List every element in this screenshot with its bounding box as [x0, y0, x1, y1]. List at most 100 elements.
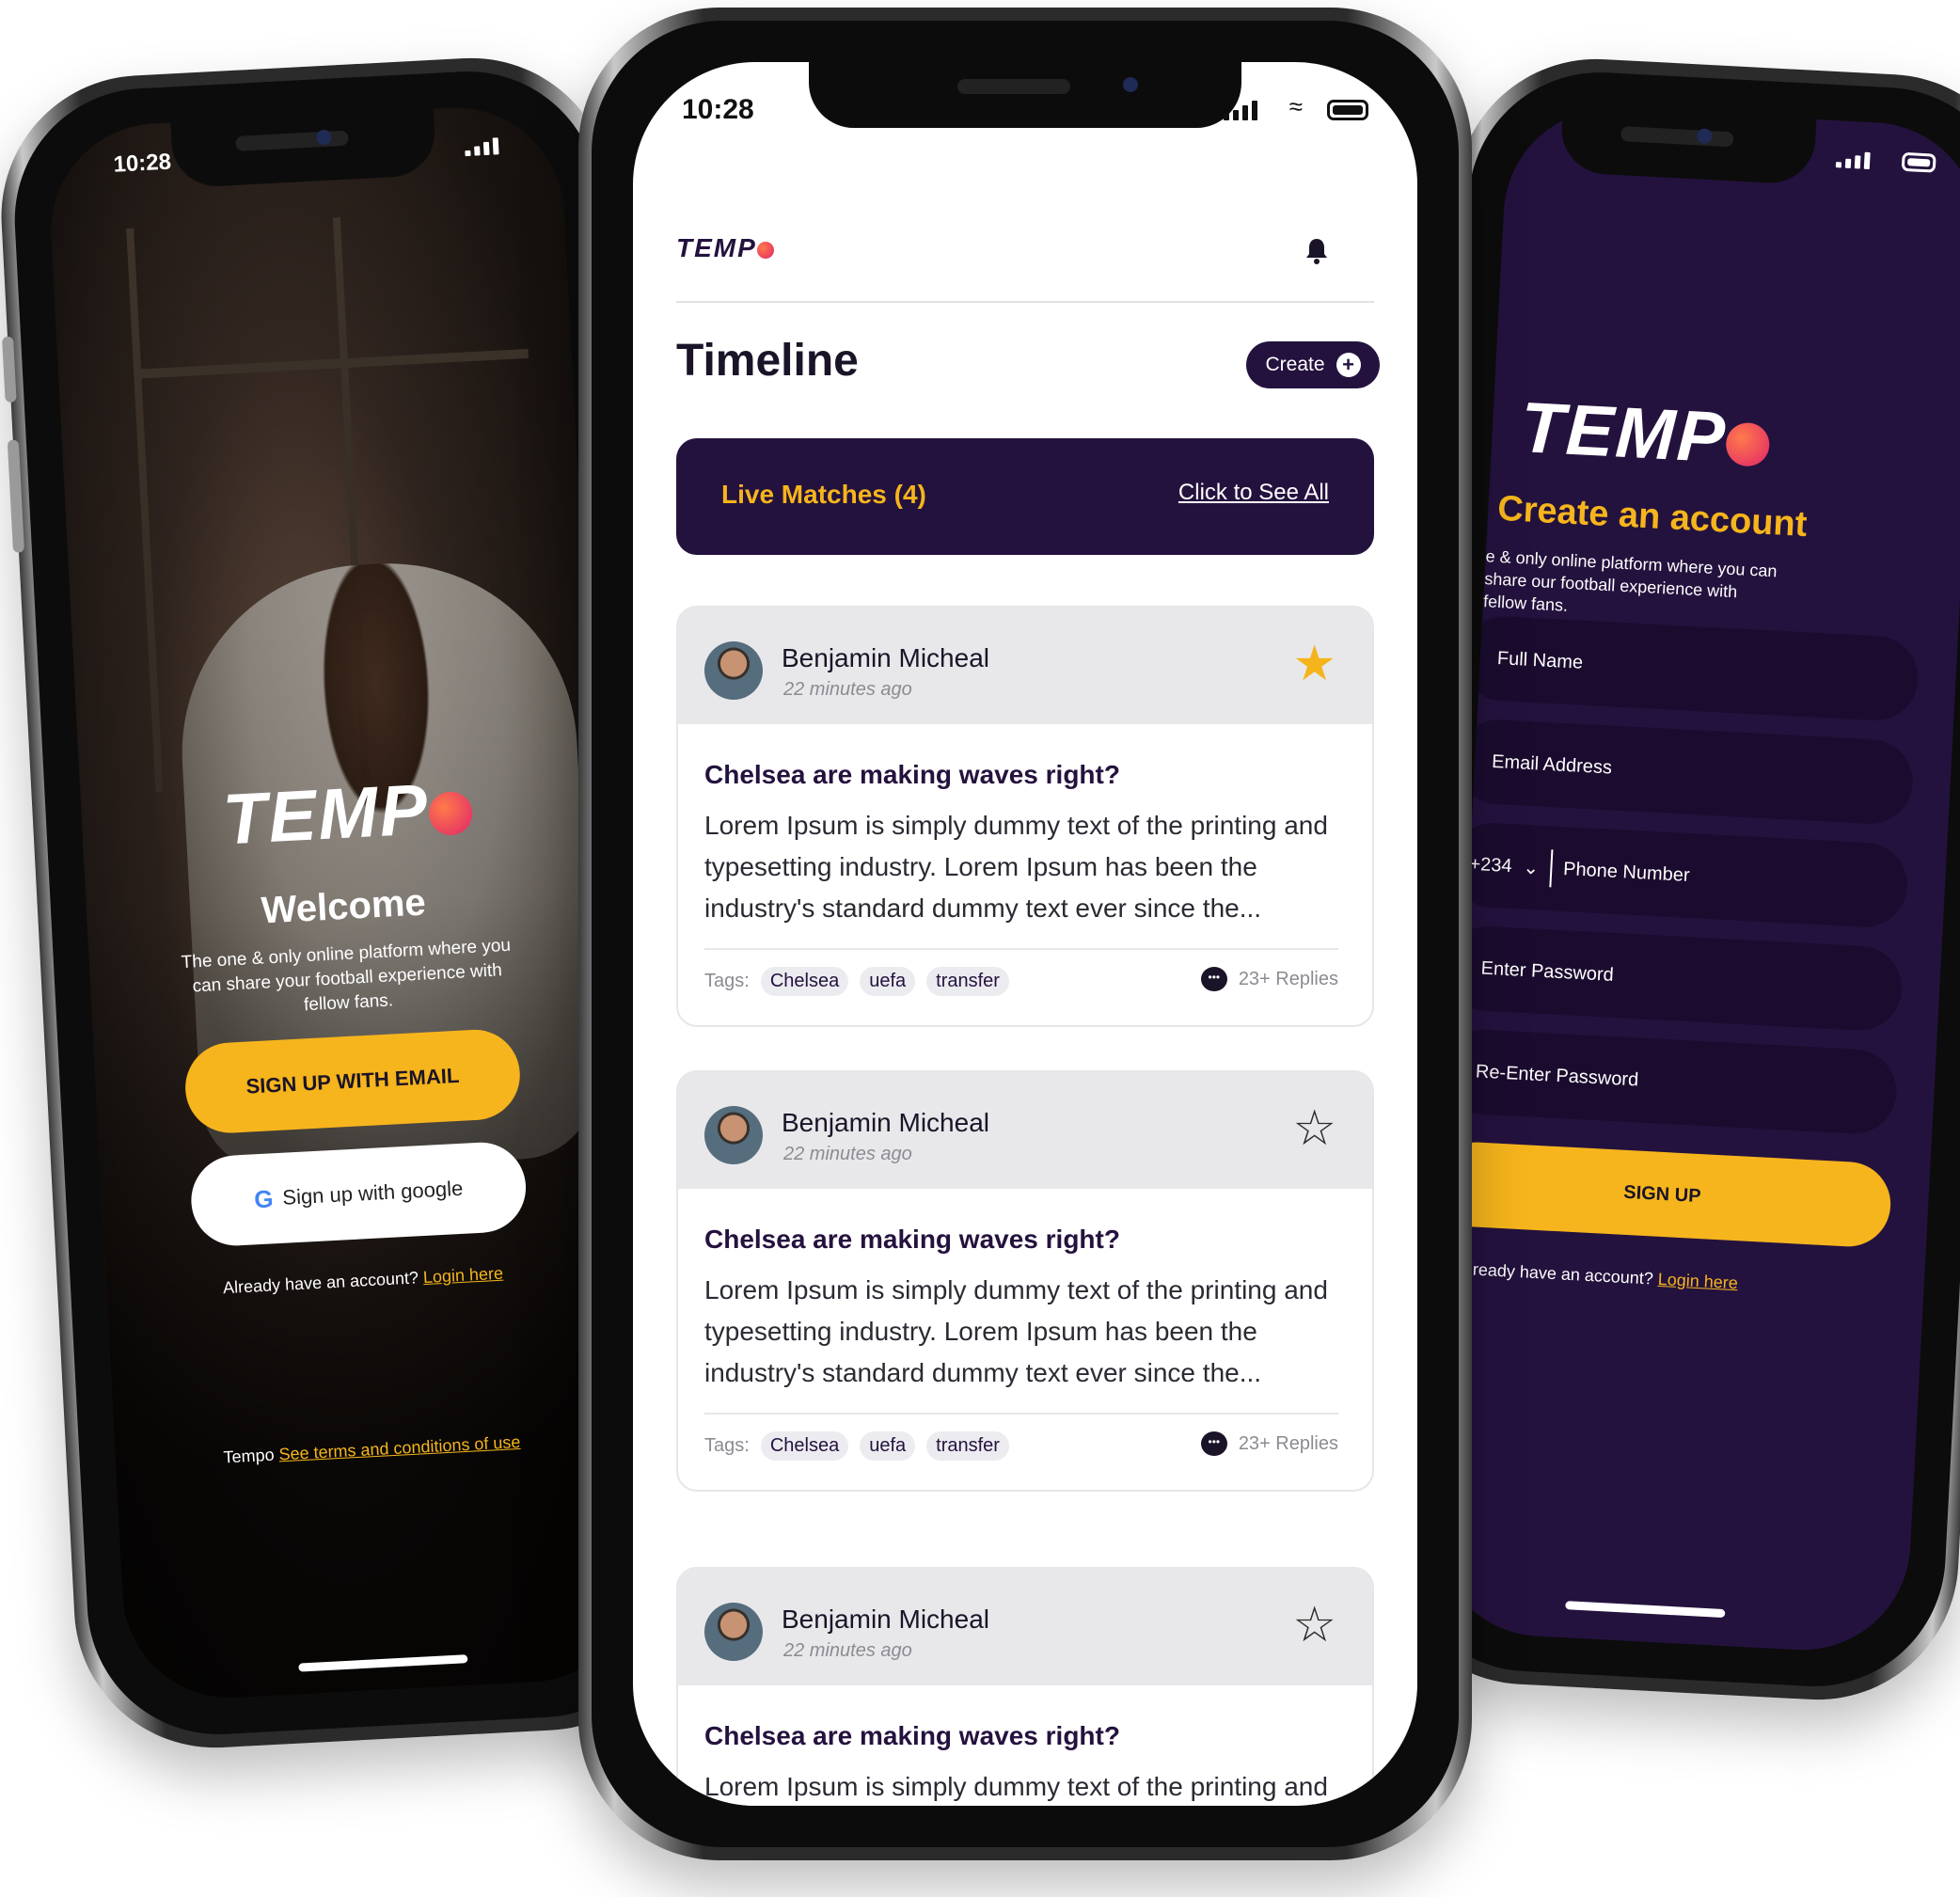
battery-icon — [1901, 151, 1936, 173]
star-icon[interactable]: ★ — [1292, 640, 1336, 688]
tags-label: Tags: — [704, 1435, 750, 1456]
login-prompt: Already have an account? Login here — [1457, 1259, 1738, 1294]
signup-screen: TEMP Create an account e & only online p… — [1429, 103, 1960, 1656]
create-label: Create — [1265, 354, 1325, 375]
status-bar — [1506, 103, 1960, 194]
tag-chip[interactable]: uefa — [860, 1431, 916, 1461]
post-body: Lorem Ipsum is simply dummy text of the … — [704, 1275, 1328, 1387]
post-header: Benjamin Micheal 22 minutes ago ☆ — [678, 1569, 1372, 1685]
timeline-screen: 10:28 ≈ TEMP Timeline Create + Live Matc… — [633, 62, 1417, 1806]
post-body: Lorem Ipsum is simply dummy text of the … — [704, 1772, 1328, 1801]
status-bar: 10:28 ≈ — [633, 62, 1417, 128]
tempo-logo: TEMP — [221, 767, 474, 862]
home-indicator — [1564, 1601, 1726, 1619]
post-title[interactable]: Chelsea are making waves right? — [704, 1225, 1120, 1255]
chat-bubble-icon: ••• — [1200, 1431, 1227, 1456]
tempo-logo[interactable]: TEMP — [676, 233, 774, 263]
avatar[interactable] — [704, 1106, 763, 1164]
tag-chip[interactable]: uefa — [860, 967, 916, 996]
battery-icon — [1327, 100, 1368, 120]
star-icon[interactable]: ☆ — [1292, 1601, 1336, 1650]
avatar[interactable] — [704, 1603, 763, 1661]
signal-icon — [465, 135, 499, 157]
status-time: 10:28 — [112, 149, 172, 178]
signup-button[interactable]: SIGN UP — [1431, 1140, 1893, 1249]
signup-google-button[interactable]: G Sign up with google — [188, 1140, 529, 1248]
tag-chip[interactable]: transfer — [926, 967, 1009, 996]
post-tags: Tags: Chelsea uefa transfer — [704, 1431, 1009, 1461]
timeline-phone: 10:28 ≈ TEMP Timeline Create + Live Matc… — [578, 8, 1472, 1860]
post-header: Benjamin Micheal 22 minutes ago ★ — [678, 608, 1372, 724]
bezel: 10:28 ≈ TEMP Timeline Create + Live Matc… — [592, 21, 1459, 1847]
chat-bubble-icon: ••• — [1200, 967, 1227, 991]
logo-text: TEMP — [220, 769, 432, 861]
welcome-screen: 10:28 TEMP Welcome The one & only online… — [45, 102, 641, 1704]
plus-circle-icon: + — [1336, 353, 1361, 377]
login-link[interactable]: Login here — [1657, 1270, 1738, 1292]
post-title[interactable]: Chelsea are making waves right? — [704, 1721, 1120, 1751]
post-card[interactable]: Benjamin Micheal 22 minutes ago ☆ Chelse… — [676, 1070, 1374, 1492]
post-time: 22 minutes ago — [783, 1640, 912, 1661]
post-card[interactable]: Benjamin Micheal 22 minutes ago ★ Chelse… — [676, 606, 1374, 1027]
divider — [704, 948, 1338, 950]
terms-prefix: Tempo — [223, 1445, 276, 1467]
divider — [704, 1413, 1338, 1415]
post-header: Benjamin Micheal 22 minutes ago ☆ — [678, 1072, 1372, 1189]
create-account-heading: Create an account — [1496, 488, 1809, 545]
signal-icon — [1224, 100, 1257, 120]
post-title[interactable]: Chelsea are making waves right? — [704, 760, 1120, 790]
email-placeholder: Email Address — [1491, 751, 1613, 779]
chevron-down-icon: ⌄ — [1522, 857, 1540, 879]
create-button[interactable]: Create + — [1246, 341, 1380, 388]
football-icon — [1725, 421, 1771, 467]
replies-count[interactable]: ••• 23+ Replies — [1200, 967, 1338, 991]
post-time: 22 minutes ago — [783, 679, 912, 700]
live-matches-label: Live Matches (4) — [721, 480, 926, 509]
post-author[interactable]: Benjamin Micheal — [782, 643, 989, 673]
live-matches-banner[interactable]: Live Matches (4) Click to See All — [676, 438, 1374, 555]
avatar[interactable] — [704, 641, 763, 700]
see-all-link[interactable]: Click to See All — [1178, 480, 1329, 506]
re-password-placeholder: Re-Enter Password — [1475, 1060, 1639, 1090]
login-link[interactable]: Login here — [422, 1264, 503, 1287]
phone-placeholder: Phone Number — [1562, 858, 1691, 886]
volume-up-button — [7, 439, 25, 553]
post-author[interactable]: Benjamin Micheal — [782, 1605, 989, 1635]
signup-button-label: SIGN UP — [1622, 1181, 1702, 1207]
google-icon: G — [253, 1183, 275, 1213]
re-password-field[interactable]: Re-Enter Password — [1437, 1027, 1899, 1136]
tempo-logo: TEMP — [1519, 387, 1772, 482]
full-name-field[interactable]: Full Name — [1459, 614, 1920, 723]
logo-text: TEMP — [1518, 387, 1729, 479]
signup-tagline: e & only online platform where you can s… — [1482, 546, 1778, 615]
country-code-select[interactable]: +234 — [1469, 853, 1512, 877]
have-account-text: Already have an account? — [1457, 1258, 1654, 1288]
password-field[interactable]: Enter Password — [1443, 924, 1905, 1033]
tag-chip[interactable]: transfer — [926, 1431, 1009, 1461]
tag-chip[interactable]: Chelsea — [760, 967, 849, 996]
tag-chip[interactable]: Chelsea — [760, 1431, 849, 1461]
replies-count[interactable]: ••• 23+ Replies — [1200, 1431, 1338, 1456]
replies-label: 23+ Replies — [1238, 968, 1338, 989]
logo-text: TEMP — [676, 233, 757, 262]
phone-field[interactable]: +234 ⌄ Phone Number — [1448, 820, 1910, 930]
football-icon — [428, 790, 474, 836]
football-icon — [756, 241, 774, 259]
page-title: Timeline — [676, 336, 859, 386]
post-tags: Tags: Chelsea uefa transfer — [704, 967, 1009, 996]
post-author[interactable]: Benjamin Micheal — [782, 1108, 989, 1138]
signup-email-label: SIGN UP WITH EMAIL — [245, 1063, 460, 1099]
replies-label: 23+ Replies — [1238, 1432, 1338, 1454]
signup-google-label: Sign up with google — [281, 1176, 464, 1209]
email-field[interactable]: Email Address — [1453, 717, 1915, 827]
bell-icon[interactable] — [1304, 237, 1329, 264]
bezel: TEMP Create an account e & only online p… — [1391, 65, 1960, 1694]
signup-email-button[interactable]: SIGN UP WITH EMAIL — [182, 1027, 523, 1135]
app-header: TEMP — [676, 203, 1374, 303]
status-time: 10:28 — [682, 94, 754, 125]
wifi-icon: ≈ — [1288, 92, 1303, 120]
post-time: 22 minutes ago — [783, 1144, 912, 1164]
post-card[interactable]: Benjamin Micheal 22 minutes ago ☆ Chelse… — [676, 1567, 1374, 1806]
star-icon[interactable]: ☆ — [1292, 1104, 1336, 1153]
tags-label: Tags: — [704, 971, 750, 991]
